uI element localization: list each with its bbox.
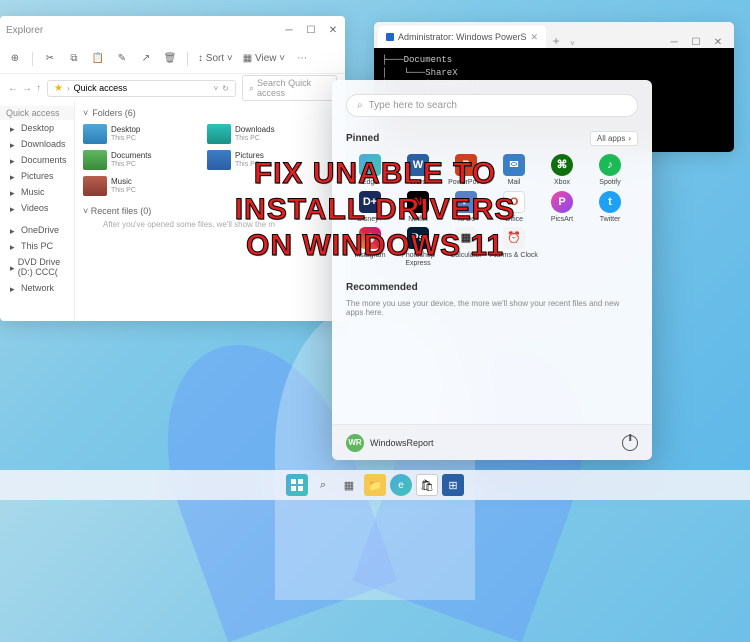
pinned-app[interactable]: eEdge: [346, 154, 394, 187]
explorer-addressbar: ← → ↑ ★ › Quick access ˅ ↻ ⌕ Search Quic…: [0, 74, 345, 102]
sort-button[interactable]: ↕ Sort ˅: [198, 53, 233, 64]
pinned-app[interactable]: ♪Spotify: [586, 154, 634, 187]
tab-dropdown-icon[interactable]: ˅: [566, 39, 579, 48]
sidebar-item[interactable]: ▸Music: [0, 184, 74, 200]
start-search-input[interactable]: ⌕ Type here to search: [346, 94, 638, 117]
minimize-button[interactable]: ─: [283, 24, 295, 36]
sidebar-item[interactable]: ▸Documents: [0, 152, 74, 168]
start-menu: ⌕ Type here to search Pinned All apps› e…: [332, 80, 652, 460]
pinned-app[interactable]: WWord: [394, 154, 442, 187]
pinned-app[interactable]: PPowerPoint: [442, 154, 490, 187]
user-avatar[interactable]: WR: [346, 434, 364, 452]
address-location: Quick access: [74, 83, 128, 93]
maximize-button[interactable]: ☐: [305, 24, 317, 36]
view-button[interactable]: ▦ View ˅: [243, 53, 285, 64]
pinned-app[interactable]: ⏰Alarms & Clock: [490, 227, 538, 267]
recommended-header: Recommended: [346, 282, 638, 293]
rename-icon[interactable]: ✎: [115, 52, 129, 66]
start-footer: WR WindowsReport: [332, 424, 652, 460]
pinned-app[interactable]: ✓To Do: [442, 191, 490, 224]
pinned-app[interactable]: NNetflix: [394, 191, 442, 224]
new-icon[interactable]: ⊕: [8, 52, 22, 66]
share-icon[interactable]: ↗: [139, 52, 153, 66]
pinned-app[interactable]: D+Disney+: [346, 191, 394, 224]
sidebar-item[interactable]: ▸Desktop: [0, 120, 74, 136]
taskbar: ⌕ ▦ 📁 e 🛍 ⊞: [0, 470, 750, 500]
sidebar-group[interactable]: ▸DVD Drive (D:) CCC(: [0, 254, 74, 280]
pinned-app[interactable]: tTwitter: [586, 191, 634, 224]
more-icon[interactable]: ⋯: [295, 52, 309, 66]
up-icon[interactable]: ↑: [36, 83, 41, 94]
pwsh-maximize-button[interactable]: ☐: [690, 36, 702, 48]
folders-section-header[interactable]: ˅Folders (6): [83, 108, 337, 118]
explorer-sidebar: Quick access ▸Desktop▸Downloads▸Document…: [0, 102, 75, 321]
folder-item[interactable]: DesktopThis PC: [83, 124, 203, 144]
powershell-tabbar: Administrator: Windows PowerS ✕ + ˅ ─ ☐ …: [374, 22, 734, 48]
delete-icon[interactable]: 🗑: [163, 52, 177, 66]
pinned-app[interactable]: OOffice: [490, 191, 538, 224]
star-icon: ★: [54, 83, 63, 94]
all-apps-button[interactable]: All apps›: [590, 131, 638, 146]
cut-icon[interactable]: ✂: [43, 52, 57, 66]
user-name[interactable]: WindowsReport: [370, 438, 434, 448]
new-tab-button[interactable]: +: [546, 34, 566, 48]
sidebar-item[interactable]: ▸Videos: [0, 200, 74, 216]
copy-icon[interactable]: ⧉: [67, 52, 81, 66]
search-icon: ⌕: [249, 83, 254, 94]
folder-item[interactable]: MusicThis PC: [83, 176, 203, 196]
sidebar-item[interactable]: ▸Downloads: [0, 136, 74, 152]
refresh-icon[interactable]: ↻: [222, 84, 229, 93]
search-icon: ⌕: [357, 100, 363, 111]
sidebar-group[interactable]: ▸Network: [0, 280, 74, 296]
explorer-title: Explorer: [6, 25, 43, 36]
powershell-icon: [386, 33, 394, 41]
sidebar-item[interactable]: ▸Pictures: [0, 168, 74, 184]
taskbar-explorer-icon[interactable]: 📁: [364, 474, 386, 496]
pwsh-minimize-button[interactable]: ─: [668, 36, 680, 48]
taskbar-widgets-icon[interactable]: ▦: [338, 474, 360, 496]
tab-close-icon[interactable]: ✕: [531, 32, 539, 43]
file-explorer-window: Explorer ─ ☐ ✕ ⊕ ✂ ⧉ 📋 ✎ ↗ 🗑 ↕ Sort ˅ ▦ …: [0, 16, 345, 321]
folder-item[interactable]: PicturesThis PC: [207, 150, 327, 170]
paste-icon[interactable]: 📋: [91, 52, 105, 66]
recent-hint: After you've opened some files, we'll sh…: [83, 220, 337, 229]
explorer-search-input[interactable]: ⌕ Search Quick access: [242, 75, 337, 101]
recent-section-header[interactable]: ˅ Recent files (0): [83, 206, 337, 216]
folder-item[interactable]: DownloadsThis PC: [207, 124, 327, 144]
pinned-app[interactable]: ▦Calculator: [442, 227, 490, 267]
pwsh-close-button[interactable]: ✕: [712, 36, 724, 48]
sidebar-header: Quick access: [0, 106, 74, 120]
chevron-down-icon[interactable]: ˅: [214, 84, 219, 93]
taskbar-edge-icon[interactable]: e: [390, 474, 412, 496]
powershell-tab[interactable]: Administrator: Windows PowerS ✕: [378, 26, 546, 48]
pinned-header: Pinned: [346, 133, 379, 144]
pinned-app[interactable]: PPicsArt: [538, 191, 586, 224]
pinned-app[interactable]: PsPhotoshop Express: [394, 227, 442, 267]
recommended-hint: The more you use your device, the more w…: [346, 299, 638, 317]
pinned-app[interactable]: ✉Mail: [490, 154, 538, 187]
close-button[interactable]: ✕: [327, 24, 339, 36]
power-button[interactable]: [622, 435, 638, 451]
back-icon[interactable]: ←: [8, 83, 18, 94]
taskbar-store-icon[interactable]: 🛍: [416, 474, 438, 496]
pinned-app[interactable]: ◉Instagram: [346, 227, 394, 267]
sidebar-group[interactable]: ▸OneDrive: [0, 222, 74, 238]
taskbar-search-icon[interactable]: ⌕: [312, 474, 334, 496]
explorer-toolbar: ⊕ ✂ ⧉ 📋 ✎ ↗ 🗑 ↕ Sort ˅ ▦ View ˅ ⋯: [0, 44, 345, 74]
explorer-content: ˅Folders (6) DesktopThis PCDownloadsThis…: [75, 102, 345, 321]
explorer-titlebar: Explorer ─ ☐ ✕: [0, 16, 345, 44]
sidebar-group[interactable]: ▸This PC: [0, 238, 74, 254]
forward-icon[interactable]: →: [22, 83, 32, 94]
start-button[interactable]: [286, 474, 308, 496]
taskbar-app-icon[interactable]: ⊞: [442, 474, 464, 496]
address-input[interactable]: ★ › Quick access ˅ ↻: [47, 80, 236, 97]
pinned-app[interactable]: ⌘Xbox: [538, 154, 586, 187]
folder-item[interactable]: DocumentsThis PC: [83, 150, 203, 170]
